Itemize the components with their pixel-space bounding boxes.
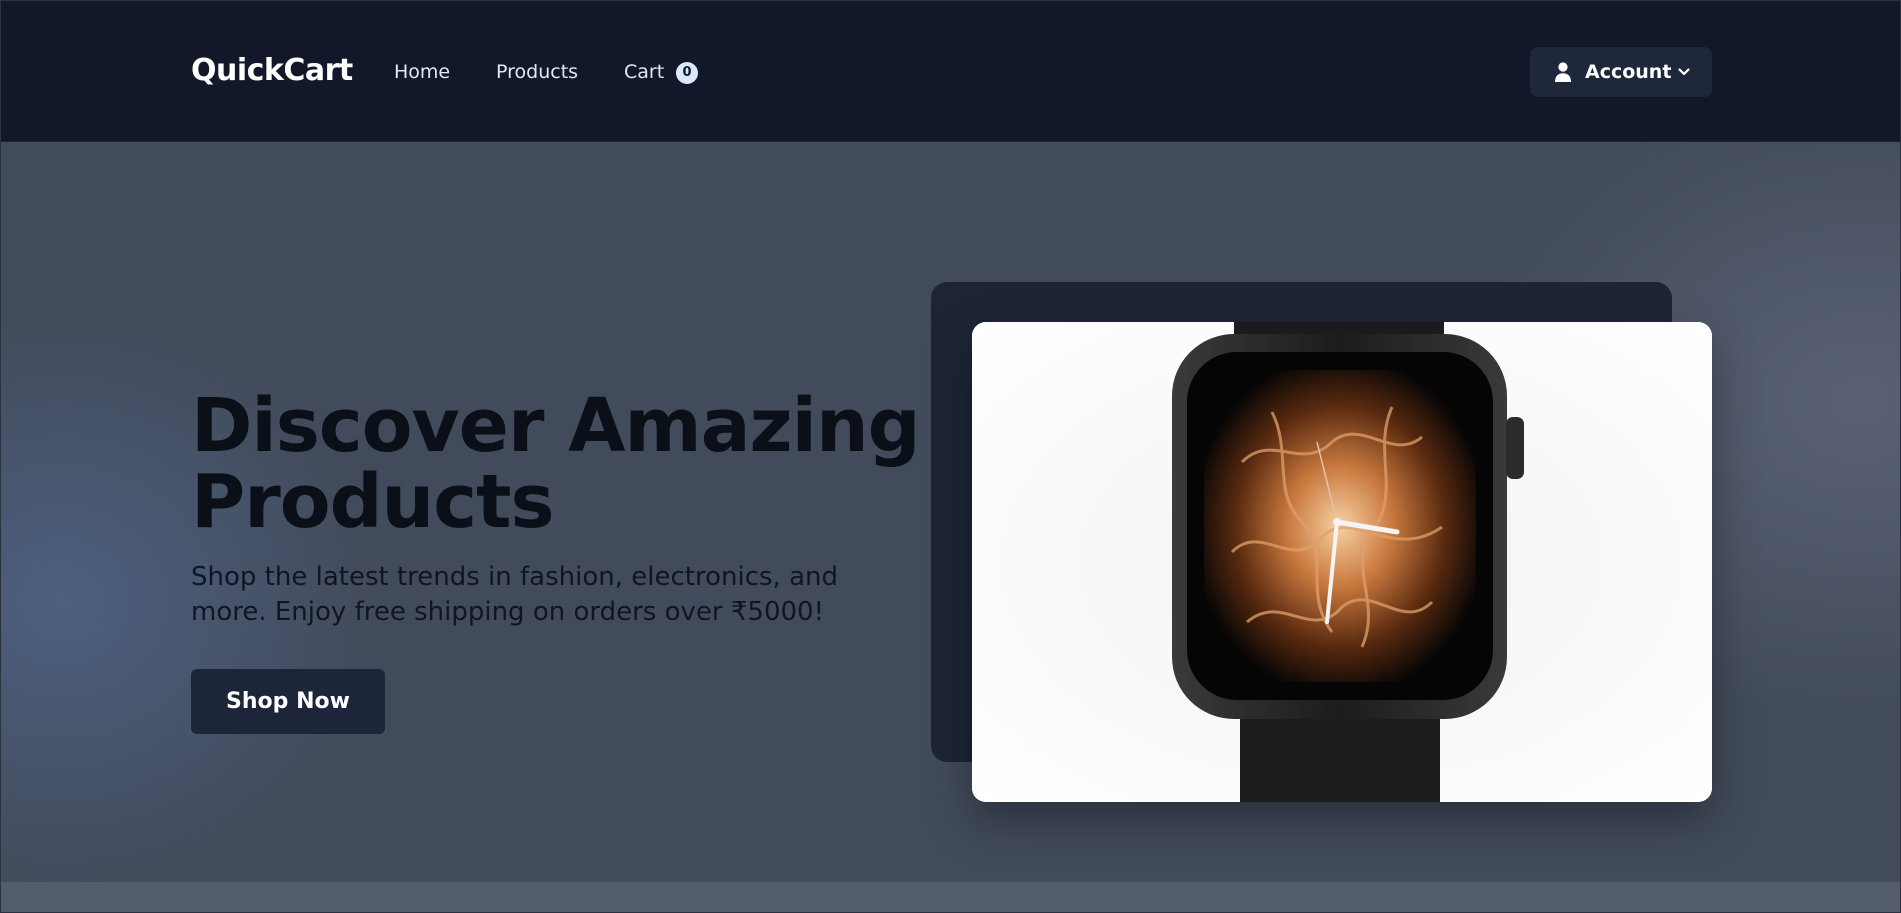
brand-logo[interactable]: QuickCart — [191, 51, 353, 91]
smartwatch-photo — [972, 322, 1712, 802]
hero-title-line-2: Products — [191, 459, 555, 545]
hero-subtitle-line-2: more. Enjoy free shipping on orders over… — [191, 597, 824, 627]
next-section-edge — [1, 882, 1900, 912]
nav-link-home[interactable]: Home — [394, 59, 450, 85]
user-icon — [1555, 62, 1571, 82]
account-label: Account — [1585, 61, 1672, 83]
account-dropdown-button[interactable]: Account — [1530, 47, 1712, 97]
chevron-down-icon — [1678, 68, 1690, 76]
hero-subtitle: Shop the latest trends in fashion, elect… — [191, 560, 851, 630]
hero-subtitle-line-1: Shop the latest trends in fashion, elect… — [191, 562, 838, 592]
hero-title-line-1: Discover Amazing — [191, 383, 921, 469]
hero-title: Discover Amazing Products — [191, 388, 921, 540]
nav-link-products[interactable]: Products — [496, 59, 578, 85]
cart-count-badge: 0 — [676, 62, 698, 84]
nav-link-cart[interactable]: Cart — [624, 59, 664, 85]
shop-now-button[interactable]: Shop Now — [191, 669, 385, 734]
hero-section: Discover Amazing Products Shop the lates… — [1, 142, 1900, 882]
top-navbar: QuickCart Home Products Cart 0 Account — [1, 1, 1900, 142]
hero-product-image — [972, 322, 1712, 802]
page: QuickCart Home Products Cart 0 Account D… — [0, 0, 1901, 913]
